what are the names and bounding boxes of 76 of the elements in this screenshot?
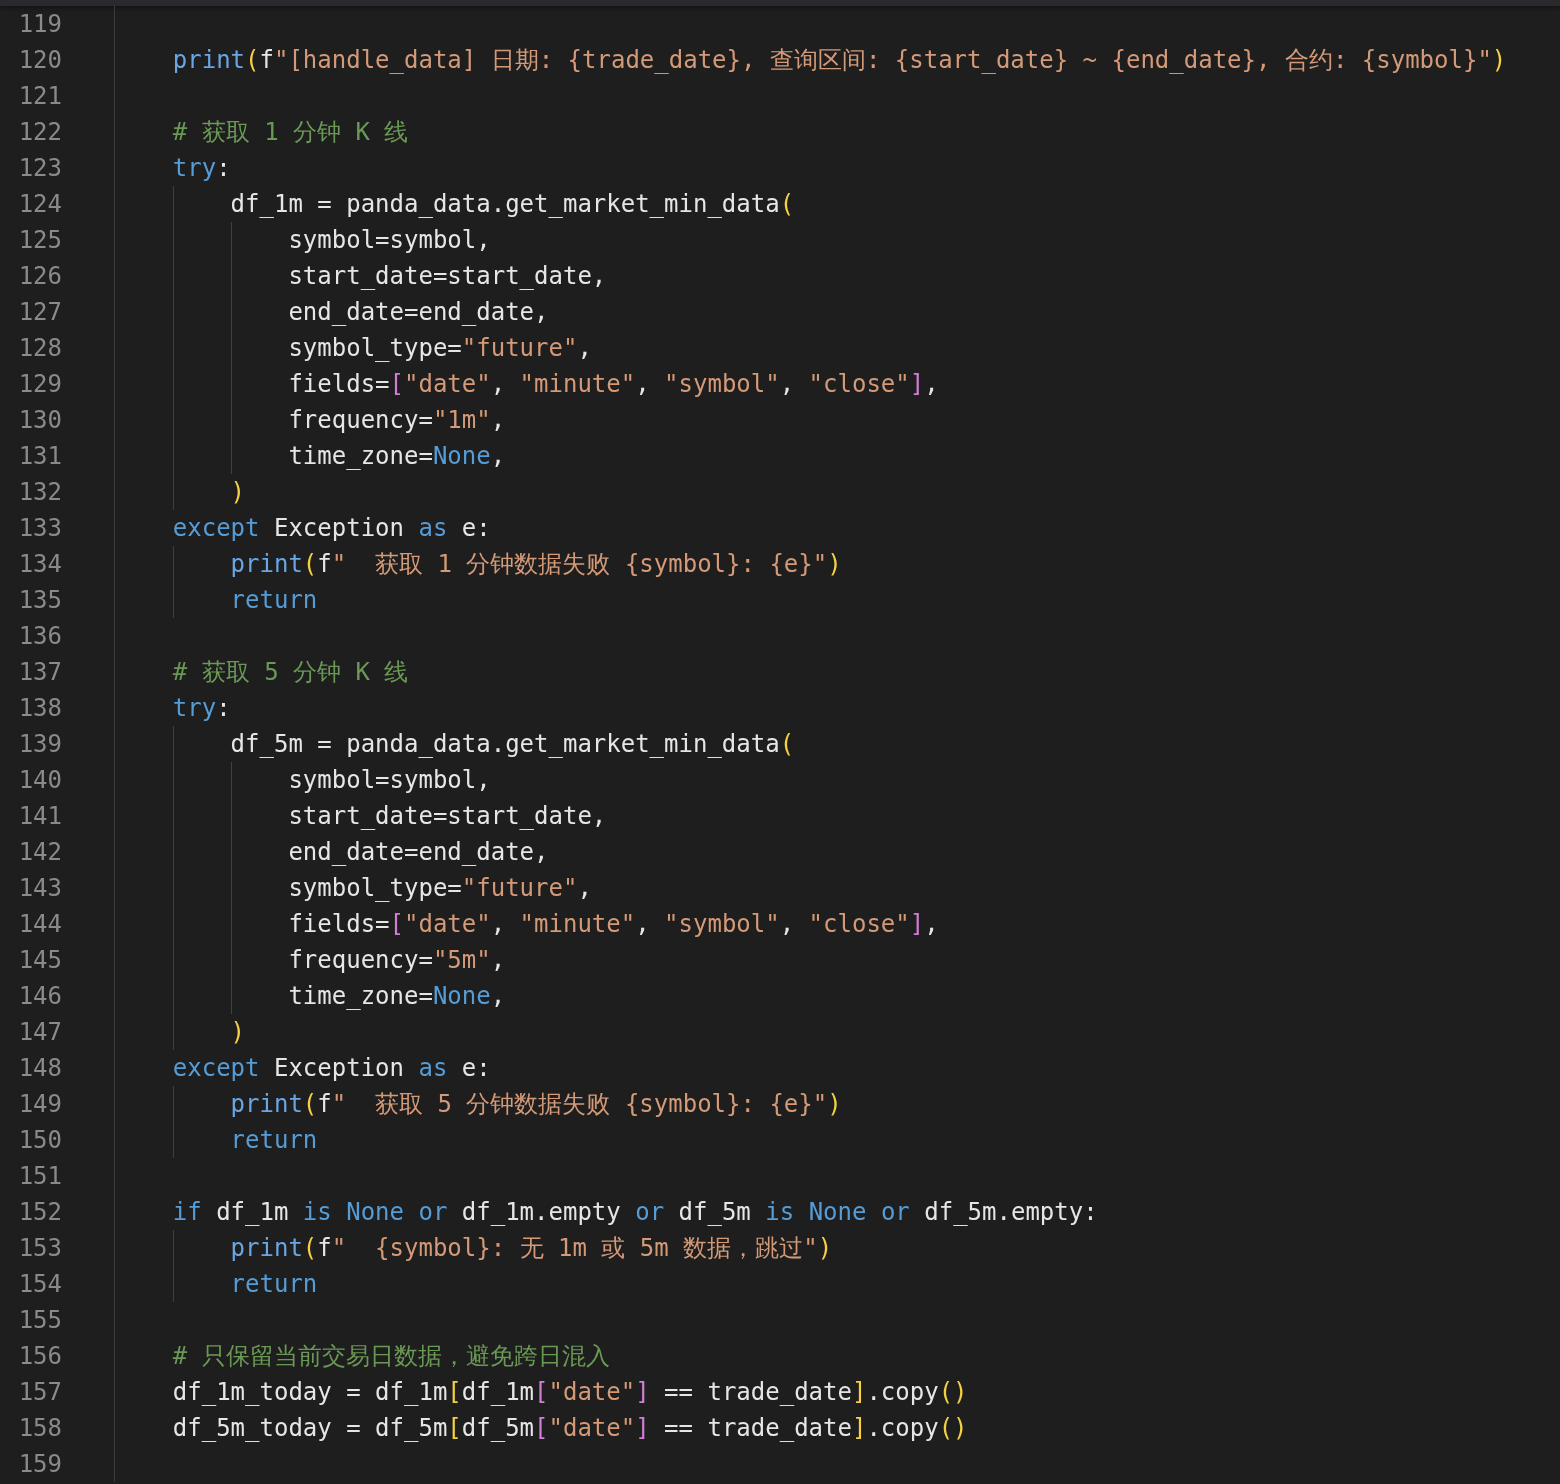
code-line: symbol_type="future", <box>288 333 592 364</box>
line-number: 126 <box>0 258 115 294</box>
code-line: try: <box>172 153 231 184</box>
line-number: 130 <box>0 402 115 438</box>
line-number: 144 <box>0 906 115 942</box>
line-number: 146 <box>0 978 115 1014</box>
code-line: return <box>230 1125 318 1156</box>
line-number: 120 <box>0 42 115 78</box>
code-line: df_5m = panda_data.get_market_min_data( <box>230 729 795 760</box>
line-number: 142 <box>0 834 115 870</box>
line-number: 125 <box>0 222 115 258</box>
line-number: 134 <box>0 546 115 582</box>
code-line: except Exception as e: <box>172 1053 491 1084</box>
line-number: 140 <box>0 762 115 798</box>
code-line: frequency="5m", <box>288 945 506 976</box>
line-number: 124 <box>0 186 115 222</box>
code-line: ) <box>230 477 246 508</box>
code-line: # 只保留当前交易日数据，避免跨日混入 <box>172 1341 610 1372</box>
line-number: 151 <box>0 1158 115 1194</box>
line-number: 131 <box>0 438 115 474</box>
code-line: ) <box>230 1017 246 1048</box>
line-number: 129 <box>0 366 115 402</box>
code-line: return <box>230 1269 318 1300</box>
line-number: 136 <box>0 618 115 654</box>
code-line: df_5m_today = df_5m[df_5m["date"] == trade_date].copy() <box>172 1413 968 1444</box>
line-number: 133 <box>0 510 115 546</box>
line-number: 121 <box>0 78 115 114</box>
code-line: symbol_type="future", <box>288 873 592 904</box>
line-number: 137 <box>0 654 115 690</box>
code-line: fields=["date", "minute", "symbol", "close"], <box>288 909 939 940</box>
code-line: end_date=end_date, <box>288 837 549 868</box>
line-number: 147 <box>0 1014 115 1050</box>
line-number: 119 <box>0 6 115 42</box>
line-number: 132 <box>0 474 115 510</box>
line-number: 143 <box>0 870 115 906</box>
line-number: 159 <box>0 1446 115 1482</box>
code-line: print(f" 获取 5 分钟数据失败 {symbol}: {e}") <box>230 1089 842 1120</box>
line-number: 153 <box>0 1230 115 1266</box>
line-number: 154 <box>0 1266 115 1302</box>
code-line: time_zone=None, <box>288 441 506 472</box>
line-number: 122 <box>0 114 115 150</box>
code-line: symbol=symbol, <box>288 765 491 796</box>
line-number: 127 <box>0 294 115 330</box>
line-number: 156 <box>0 1338 115 1374</box>
line-number: 128 <box>0 330 115 366</box>
code-line: frequency="1m", <box>288 405 506 436</box>
line-number: 150 <box>0 1122 115 1158</box>
code-line: fields=["date", "minute", "symbol", "close"], <box>288 369 939 400</box>
code-line: # 获取 5 分钟 K 线 <box>172 657 409 688</box>
code-line: print(f" 获取 1 分钟数据失败 {symbol}: {e}") <box>230 549 842 580</box>
code-line: df_1m = panda_data.get_market_min_data( <box>230 189 795 220</box>
code-line: # 获取 1 分钟 K 线 <box>172 117 409 148</box>
line-number: 138 <box>0 690 115 726</box>
code-line: print(f" {symbol}: 无 1m 或 5m 数据，跳过") <box>230 1233 833 1264</box>
line-number: 145 <box>0 942 115 978</box>
code-line: start_date=start_date, <box>288 801 607 832</box>
code-line: time_zone=None, <box>288 981 506 1012</box>
line-number: 123 <box>0 150 115 186</box>
code-line: try: <box>172 693 231 724</box>
line-number: 139 <box>0 726 115 762</box>
line-number: 155 <box>0 1302 115 1338</box>
line-number: 158 <box>0 1410 115 1446</box>
line-number: 157 <box>0 1374 115 1410</box>
line-number: 152 <box>0 1194 115 1230</box>
code-line: start_date=start_date, <box>288 261 607 292</box>
line-number: 149 <box>0 1086 115 1122</box>
code-line: except Exception as e: <box>172 513 491 544</box>
line-number: 141 <box>0 798 115 834</box>
code-line: df_1m_today = df_1m[df_1m["date"] == trade_date].copy() <box>172 1377 968 1408</box>
line-number: 135 <box>0 582 115 618</box>
code-line: return <box>230 585 318 616</box>
code-line: if df_1m is None or df_1m.empty or df_5m is None or df_5m.empty: <box>172 1197 1098 1228</box>
code-line: print(f"[handle_data] 日期: {trade_date}, 查询区间: {start_date} ~ {end_date}, 合约: {symbol}") <box>172 45 1507 76</box>
code-line: symbol=symbol, <box>288 225 491 256</box>
code-line: end_date=end_date, <box>288 297 549 328</box>
line-number: 148 <box>0 1050 115 1086</box>
